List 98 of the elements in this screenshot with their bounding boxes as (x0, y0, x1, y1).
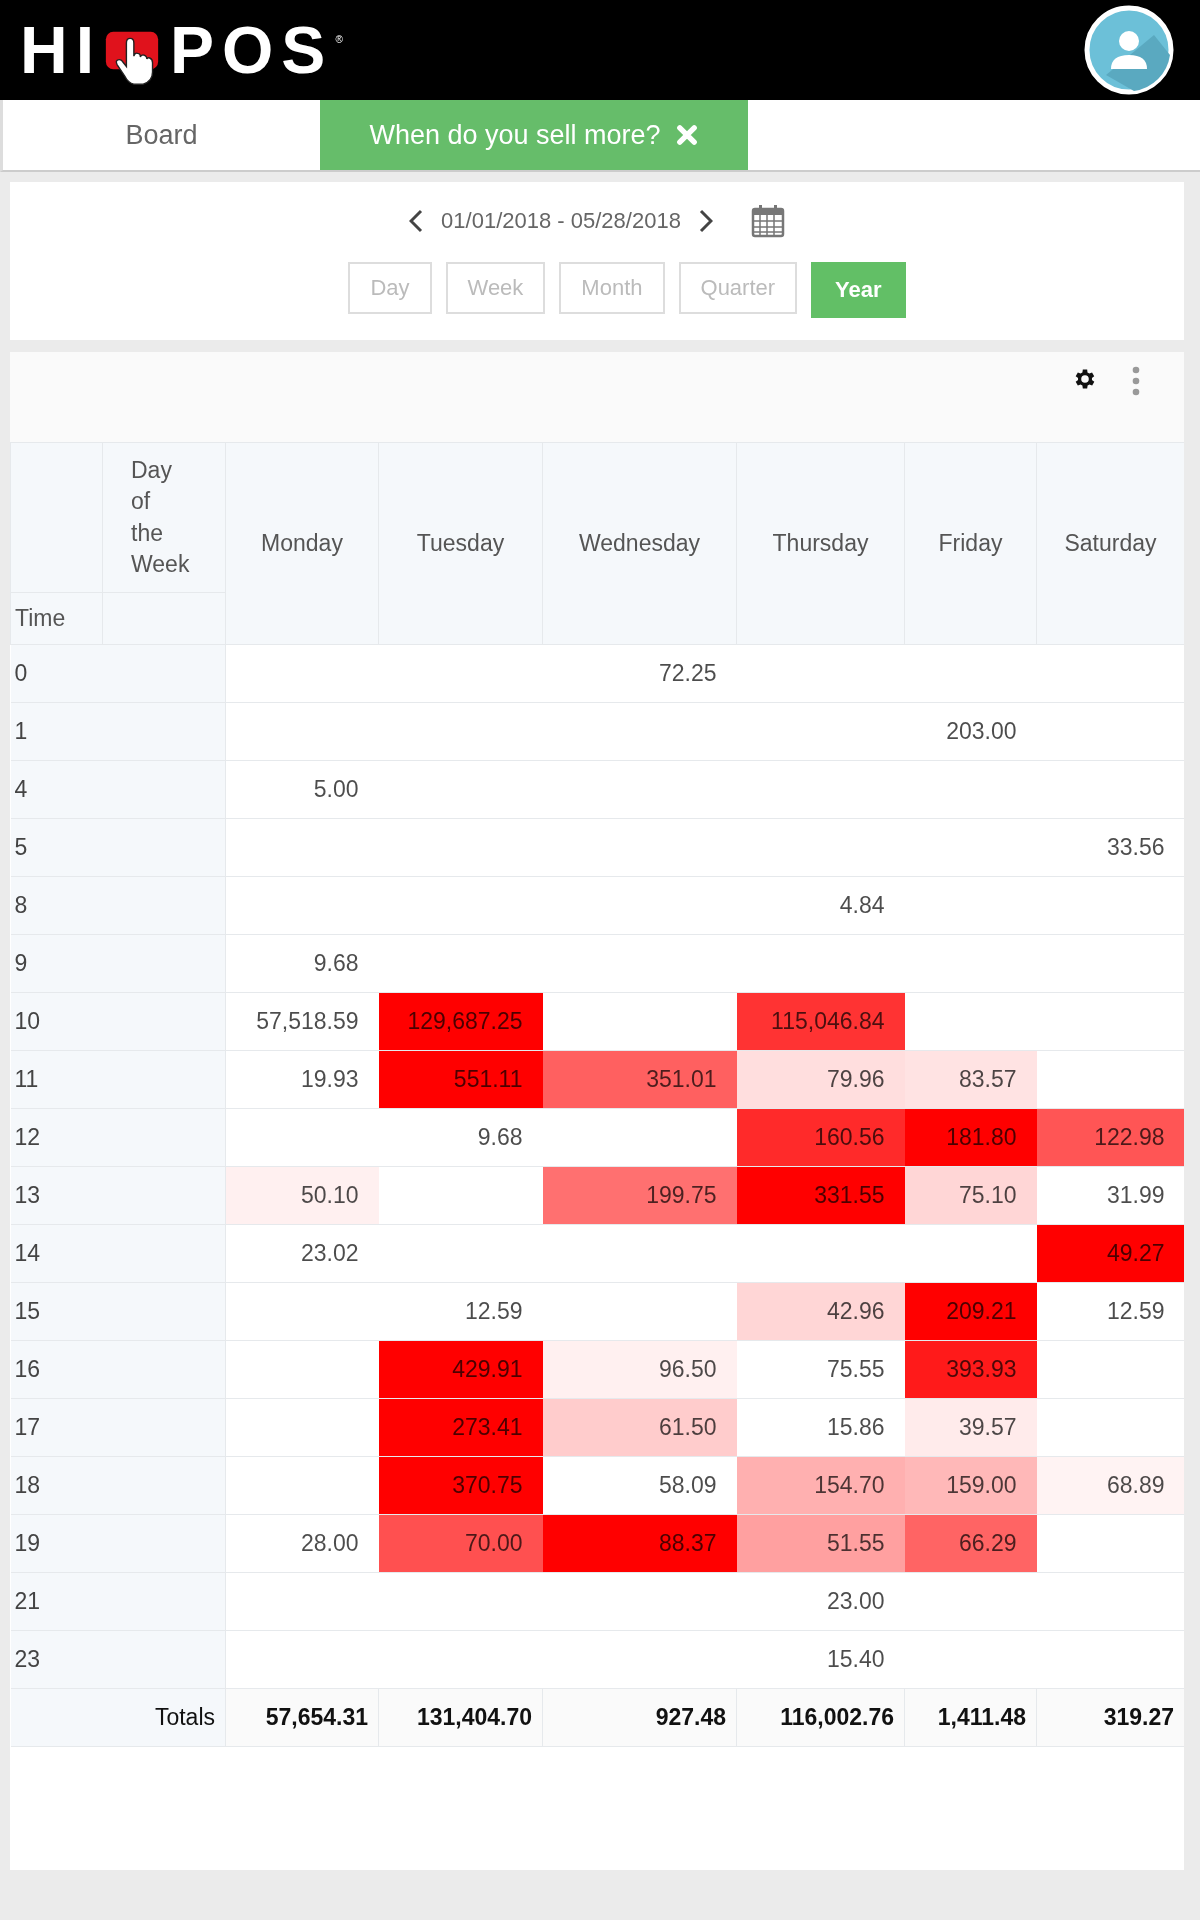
table-cell: 50.10 (225, 1166, 379, 1225)
table-cell: 15.40 (736, 1630, 905, 1689)
date-range: 01/01/2018 - 05/28/2018 (441, 208, 681, 234)
table-cell: 209.21 (904, 1282, 1037, 1341)
row-label: 12 (10, 1108, 226, 1167)
table-cell: 12.59 (1036, 1282, 1184, 1341)
table-cell: 393.93 (904, 1340, 1037, 1399)
table-cell: 181.80 (904, 1108, 1037, 1167)
column-header: Monday (225, 442, 379, 645)
row-label: 13 (10, 1166, 226, 1225)
table-cell: 370.75 (378, 1456, 543, 1515)
column-header: Saturday (1036, 442, 1184, 645)
row-label: 10 (10, 992, 226, 1051)
table-cell: 66.29 (904, 1514, 1037, 1573)
totals-label: Totals (10, 1688, 226, 1747)
total-cell: 927.48 (542, 1688, 737, 1747)
column-header: Wednesday (542, 442, 737, 645)
row-label: 21 (10, 1572, 226, 1631)
table-cell: 75.55 (736, 1340, 905, 1399)
table-cell: 72.25 (542, 644, 737, 703)
table-cell: 51.55 (736, 1514, 905, 1573)
table-cell: 351.01 (542, 1050, 737, 1109)
table-cell: 129,687.25 (378, 992, 543, 1051)
row-label: 9 (10, 934, 226, 993)
table-cell: 68.89 (1036, 1456, 1184, 1515)
row-label: 15 (10, 1282, 226, 1341)
row-label: 1 (10, 702, 226, 761)
row-label: 5 (10, 818, 226, 877)
table-cell: 23.00 (736, 1572, 905, 1631)
table-cell: 28.00 (225, 1514, 379, 1573)
total-cell: 131,404.70 (378, 1688, 543, 1747)
table-cell: 154.70 (736, 1456, 905, 1515)
period-button[interactable]: Quarter (678, 262, 798, 314)
table-cell: 58.09 (542, 1456, 737, 1515)
table-cell: 273.41 (378, 1398, 543, 1457)
registered-mark: ® (335, 34, 343, 45)
table-cell: 33.56 (1036, 818, 1184, 877)
tab[interactable]: When do you sell more? (320, 100, 748, 170)
table-cell: 9.68 (378, 1108, 543, 1167)
next-icon[interactable] (698, 209, 713, 233)
table-cell: 83.57 (904, 1050, 1037, 1109)
table-cell: 203.00 (904, 702, 1037, 761)
total-cell: 116,002.76 (736, 1688, 905, 1747)
row-label: 4 (10, 760, 226, 819)
table-cell: 4.84 (736, 876, 905, 935)
table-cell: 57,518.59 (225, 992, 379, 1051)
table-cell: 12.59 (378, 1282, 543, 1341)
table-cell: 23.02 (225, 1224, 379, 1283)
table-cell: 70.00 (378, 1514, 543, 1573)
table-cell: 31.99 (1036, 1166, 1184, 1225)
table-cell: 331.55 (736, 1166, 905, 1225)
row-label: 18 (10, 1456, 226, 1515)
table-cell: 39.57 (904, 1398, 1037, 1457)
row-label: 19 (10, 1514, 226, 1573)
table-cell: 75.10 (904, 1166, 1037, 1225)
total-cell: 1,411.48 (904, 1688, 1037, 1747)
column-header: Thursday (736, 442, 905, 645)
table-cell: 79.96 (736, 1050, 905, 1109)
tab[interactable]: Board (3, 100, 320, 170)
row-label: 14 (10, 1224, 226, 1283)
logo-text: HI (20, 17, 102, 83)
calendar-icon[interactable] (750, 204, 785, 238)
column-header: Day of the Week (102, 442, 226, 593)
table-cell: 15.86 (736, 1398, 905, 1457)
row-header: Time (10, 592, 103, 645)
more-options-icon[interactable] (1132, 366, 1140, 396)
period-button[interactable]: Day (348, 262, 432, 314)
table-cell: 42.96 (736, 1282, 905, 1341)
period-button[interactable]: Week (445, 262, 546, 314)
table-cell: 61.50 (542, 1398, 737, 1457)
previous-icon[interactable] (409, 209, 424, 233)
table-cell: 49.27 (1036, 1224, 1184, 1283)
row-label: 17 (10, 1398, 226, 1457)
user-avatar-icon[interactable] (1084, 5, 1174, 95)
table-cell: 551.11 (378, 1050, 543, 1109)
period-button[interactable]: Month (559, 262, 665, 314)
table-cell: 9.68 (225, 934, 379, 993)
table-cell: 160.56 (736, 1108, 905, 1167)
column-header: Tuesday (378, 442, 543, 645)
total-cell: 319.27 (1036, 1688, 1184, 1747)
row-label: 23 (10, 1630, 226, 1689)
total-cell: 57,654.31 (225, 1688, 379, 1747)
table-cell: 96.50 (542, 1340, 737, 1399)
row-label: 8 (10, 876, 226, 935)
table-cell: 115,046.84 (736, 992, 905, 1051)
table-cell: 159.00 (904, 1456, 1037, 1515)
column-header: Friday (904, 442, 1037, 645)
period-button[interactable]: Year (811, 262, 906, 318)
logo-text: POS (170, 17, 334, 83)
table-cell: 19.93 (225, 1050, 379, 1109)
row-label: 11 (10, 1050, 226, 1109)
row-label: 0 (10, 644, 226, 703)
table-cell: 199.75 (542, 1166, 737, 1225)
table-cell: 429.91 (378, 1340, 543, 1399)
table-cell: 122.98 (1036, 1108, 1184, 1167)
row-label: 16 (10, 1340, 226, 1399)
table-cell: 88.37 (542, 1514, 737, 1573)
table-cell: 5.00 (225, 760, 379, 819)
